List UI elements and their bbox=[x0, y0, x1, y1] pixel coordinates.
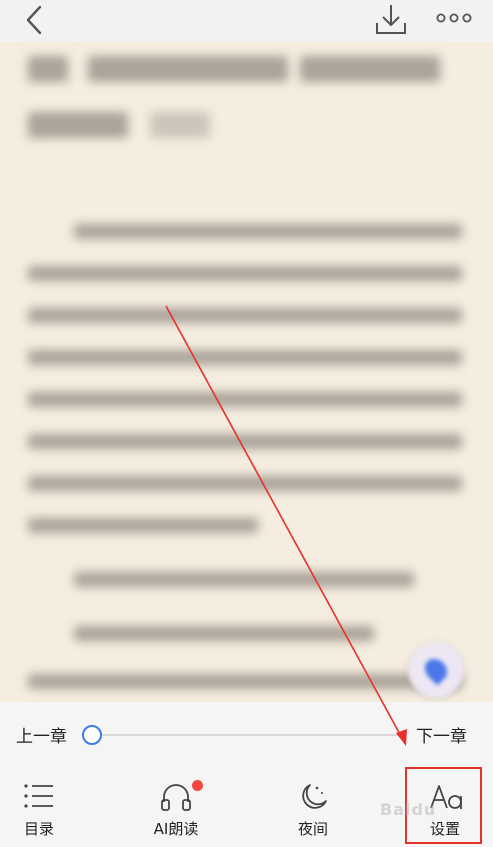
next-chapter-button[interactable]: 下一章 bbox=[416, 722, 467, 747]
toolbar-item-label: AI朗读 bbox=[153, 820, 199, 838]
top-bar bbox=[0, 0, 493, 42]
prev-chapter-button[interactable]: 上一章 bbox=[16, 722, 67, 747]
download-icon[interactable] bbox=[372, 1, 410, 39]
progress-slider-handle[interactable] bbox=[82, 725, 102, 745]
list-icon bbox=[24, 784, 53, 808]
reader-screen: 上一章 下一章 目录 AI朗读 夜间 设置 Baidu bbox=[0, 0, 493, 847]
moon-icon bbox=[302, 784, 327, 809]
toolbar-item-ai-read[interactable]: AI朗读 bbox=[140, 764, 212, 847]
back-icon[interactable] bbox=[18, 4, 52, 38]
toolbar-item-label: 夜间 bbox=[297, 820, 328, 838]
blurred-text bbox=[0, 42, 493, 702]
toolbar-item-catalog[interactable]: 目录 bbox=[8, 764, 70, 847]
toolbar-item-night[interactable]: 夜间 bbox=[282, 764, 344, 847]
progress-track[interactable] bbox=[92, 734, 402, 736]
notification-badge bbox=[192, 780, 203, 791]
toolbar-item-label: 目录 bbox=[23, 820, 54, 838]
pen-icon bbox=[420, 654, 452, 686]
more-horizontal-icon[interactable] bbox=[434, 4, 474, 34]
headphones-icon bbox=[161, 784, 191, 811]
chapter-nav: 上一章 下一章 bbox=[0, 702, 493, 764]
watermark: Baidu bbox=[380, 800, 437, 819]
reading-content[interactable] bbox=[0, 42, 493, 702]
edit-fab[interactable] bbox=[408, 642, 464, 698]
